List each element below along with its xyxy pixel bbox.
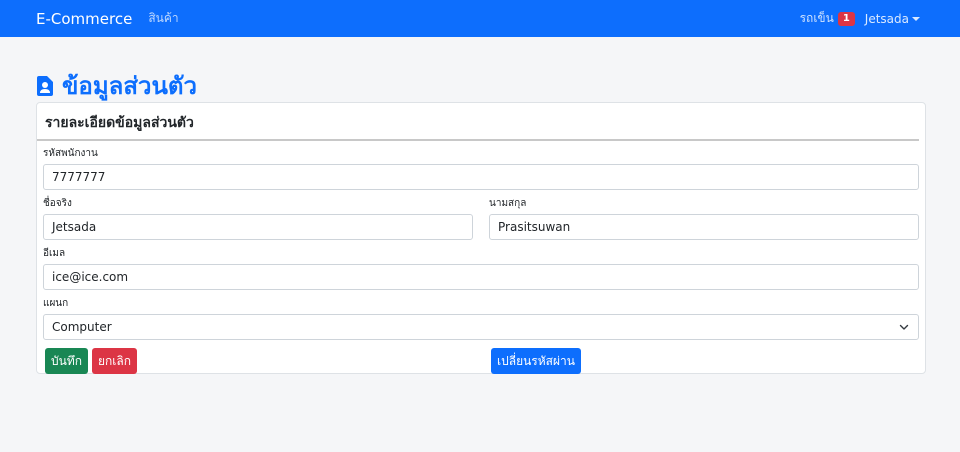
last-name-group: นามสกุล Prasitsuwan [489, 197, 919, 240]
nav-link-products[interactable]: สินค้า [148, 9, 178, 28]
chevron-down-icon [899, 324, 909, 330]
profile-card: รายละเอียดข้อมูลส่วนตัว รหัสพนักงาน 7777… [36, 102, 926, 374]
page-title-text: ข้อมูลส่วนตัว [62, 72, 197, 100]
user-name: Jetsada [864, 11, 909, 26]
card-body: รหัสพนักงาน 7777777 ชื่อจริง Jetsada นาม… [37, 141, 925, 375]
department-label: แผนก [43, 298, 69, 309]
employee-id-input[interactable]: 7777777 [43, 164, 919, 190]
employee-id-group: รหัสพนักงาน 7777777 [43, 147, 919, 190]
email-label: อีเมล [43, 248, 66, 259]
cart-link[interactable]: รถเข็น 1 [800, 9, 855, 28]
first-name-group: ชื่อจริง Jetsada [43, 197, 473, 240]
department-select[interactable]: Computer [43, 314, 919, 340]
navbar: E-Commerce สินค้า รถเข็น 1 Jetsada [0, 0, 960, 37]
navbar-right: รถเข็น 1 Jetsada [800, 9, 920, 28]
caret-down-icon [912, 17, 920, 21]
page-title: ข้อมูลส่วนตัว [36, 66, 197, 105]
change-password-button[interactable]: เปลี่ยนรหัสผ่าน [491, 348, 581, 374]
button-row: บันทึก ยกเลิก เปลี่ยนรหัสผ่าน [43, 347, 919, 375]
save-button[interactable]: บันทึก [45, 348, 88, 374]
first-name-label: ชื่อจริง [43, 198, 72, 209]
employee-id-label: รหัสพนักงาน [43, 148, 98, 159]
brand-link[interactable]: E-Commerce [36, 10, 132, 28]
last-name-input[interactable]: Prasitsuwan [489, 214, 919, 240]
cancel-button[interactable]: ยกเลิก [92, 348, 138, 374]
person-badge-icon [37, 75, 53, 96]
cart-label: รถเข็น [799, 11, 834, 25]
cart-count-badge: 1 [837, 11, 855, 26]
first-name-input[interactable]: Jetsada [43, 214, 473, 240]
name-row: ชื่อจริง Jetsada นามสกุล Prasitsuwan [43, 197, 919, 240]
last-name-label: นามสกุล [489, 198, 527, 209]
user-dropdown[interactable]: Jetsada [865, 12, 920, 26]
email-group: อีเมล ice@ice.com [43, 247, 919, 290]
card-header: รายละเอียดข้อมูลส่วนตัว [37, 103, 919, 141]
department-select-wrap: Computer [43, 314, 919, 340]
email-input[interactable]: ice@ice.com [43, 264, 919, 290]
department-group: แผนก Computer [43, 297, 919, 340]
